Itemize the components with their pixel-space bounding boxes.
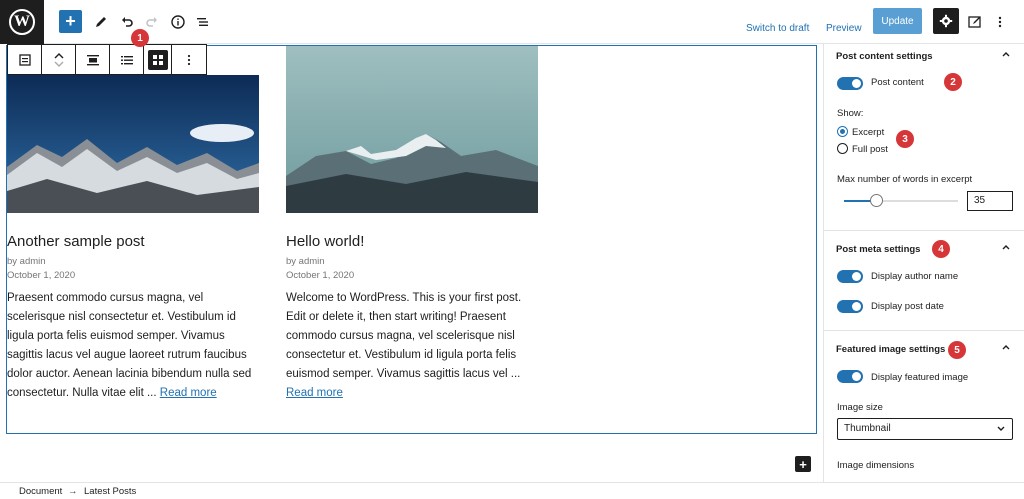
display-featured-image-label: Display featured image bbox=[871, 372, 969, 383]
annotation-badge: 1 bbox=[131, 29, 149, 47]
display-featured-image-toggle[interactable] bbox=[837, 370, 863, 383]
full-post-radio[interactable] bbox=[837, 143, 848, 154]
show-label: Show: bbox=[837, 108, 864, 119]
list-view-icon bbox=[197, 18, 208, 26]
undo-icon bbox=[122, 17, 133, 27]
excerpt-radio[interactable] bbox=[837, 126, 848, 137]
mountain-photo bbox=[286, 46, 538, 213]
display-date-toggle[interactable] bbox=[837, 300, 863, 313]
more-options-button[interactable] bbox=[987, 8, 1013, 36]
gear-icon bbox=[939, 14, 953, 28]
annotation-badge: 3 bbox=[896, 130, 914, 148]
image-size-label: Image size bbox=[837, 402, 883, 413]
pencil-icon bbox=[96, 17, 106, 27]
settings-sidebar: Post content settings Post content Show:… bbox=[823, 44, 1024, 482]
wordpress-logo-icon: W bbox=[9, 9, 35, 35]
editor-top-toolbar: W + Switch to draft Preview Update bbox=[0, 0, 1024, 44]
panel-title: Post content settings bbox=[836, 51, 933, 62]
settings-button[interactable] bbox=[933, 8, 959, 34]
divider bbox=[824, 330, 1024, 331]
featured-image[interactable] bbox=[7, 75, 259, 213]
display-author-label: Display author name bbox=[871, 271, 959, 282]
post-content-label: Post content bbox=[871, 77, 924, 88]
chevron-up-icon bbox=[1001, 342, 1011, 355]
chevron-up-icon bbox=[1001, 242, 1011, 255]
preview-button[interactable]: Preview bbox=[826, 14, 862, 42]
excerpt-text: Praesent commodo cursus magna, vel scele… bbox=[7, 292, 252, 399]
max-words-label: Max number of words in excerpt bbox=[837, 174, 973, 185]
update-button[interactable]: Update bbox=[873, 8, 922, 34]
image-size-select[interactable]: Thumbnail bbox=[837, 418, 1013, 440]
add-block-inline-button[interactable]: + bbox=[795, 456, 811, 472]
divider bbox=[824, 230, 1024, 231]
post-excerpt: Welcome to WordPress. This is your first… bbox=[286, 289, 542, 403]
post-content-toggle[interactable] bbox=[837, 77, 863, 90]
post-card bbox=[7, 46, 259, 213]
wordpress-logo-button[interactable]: W bbox=[0, 0, 44, 44]
image-dimensions-label: Image dimensions bbox=[837, 460, 915, 471]
annotation-badge: 2 bbox=[944, 73, 962, 91]
list-view-button[interactable] bbox=[190, 8, 216, 36]
read-more-link[interactable]: Read more bbox=[160, 387, 217, 399]
max-words-input[interactable]: 35 bbox=[967, 191, 1013, 211]
tools-pencil-button[interactable] bbox=[88, 8, 114, 36]
max-words-slider-thumb[interactable] bbox=[869, 194, 883, 207]
info-icon bbox=[171, 15, 185, 29]
details-button[interactable] bbox=[165, 8, 191, 36]
chevron-down-icon bbox=[996, 419, 1006, 447]
excerpt-radio-label[interactable]: Excerpt bbox=[852, 127, 884, 138]
panel-title: Featured image settings bbox=[836, 344, 946, 355]
post-title[interactable]: Hello world! bbox=[286, 233, 364, 250]
post-author: by admin bbox=[286, 256, 325, 267]
display-author-toggle[interactable] bbox=[837, 270, 863, 283]
post-date: October 1, 2020 bbox=[286, 270, 355, 281]
post-excerpt: Praesent commodo cursus magna, vel scele… bbox=[7, 289, 259, 403]
display-date-label: Display post date bbox=[871, 301, 944, 312]
excerpt-text: Welcome to WordPress. This is your first… bbox=[286, 292, 522, 380]
post-card bbox=[286, 46, 538, 213]
panel-title: Post meta settings bbox=[836, 244, 921, 255]
breadcrumb-separator: → bbox=[68, 486, 78, 497]
post-date: October 1, 2020 bbox=[7, 270, 76, 281]
redo-icon bbox=[146, 17, 157, 27]
breadcrumb: Document → Latest Posts bbox=[0, 482, 1024, 499]
breadcrumb-latest-posts[interactable]: Latest Posts bbox=[84, 486, 136, 497]
featured-image[interactable] bbox=[286, 46, 538, 213]
chevron-up-icon bbox=[1001, 49, 1011, 62]
edit-post-icon bbox=[968, 16, 981, 28]
post-author: by admin bbox=[7, 256, 46, 267]
jetpack-button[interactable] bbox=[962, 8, 988, 36]
mountain-photo bbox=[7, 75, 259, 213]
read-more-link[interactable]: Read more bbox=[286, 387, 343, 399]
post-title[interactable]: Another sample post bbox=[7, 233, 145, 250]
full-post-radio-label[interactable]: Full post bbox=[852, 144, 888, 155]
annotation-badge: 5 bbox=[948, 341, 966, 359]
switch-to-draft-button[interactable]: Switch to draft bbox=[746, 14, 809, 42]
more-vertical-icon bbox=[998, 16, 1002, 28]
add-block-button[interactable]: + bbox=[59, 10, 82, 33]
annotation-badge: 4 bbox=[932, 240, 950, 258]
image-size-value: Thumbnail bbox=[844, 423, 891, 434]
breadcrumb-document[interactable]: Document bbox=[19, 486, 62, 497]
